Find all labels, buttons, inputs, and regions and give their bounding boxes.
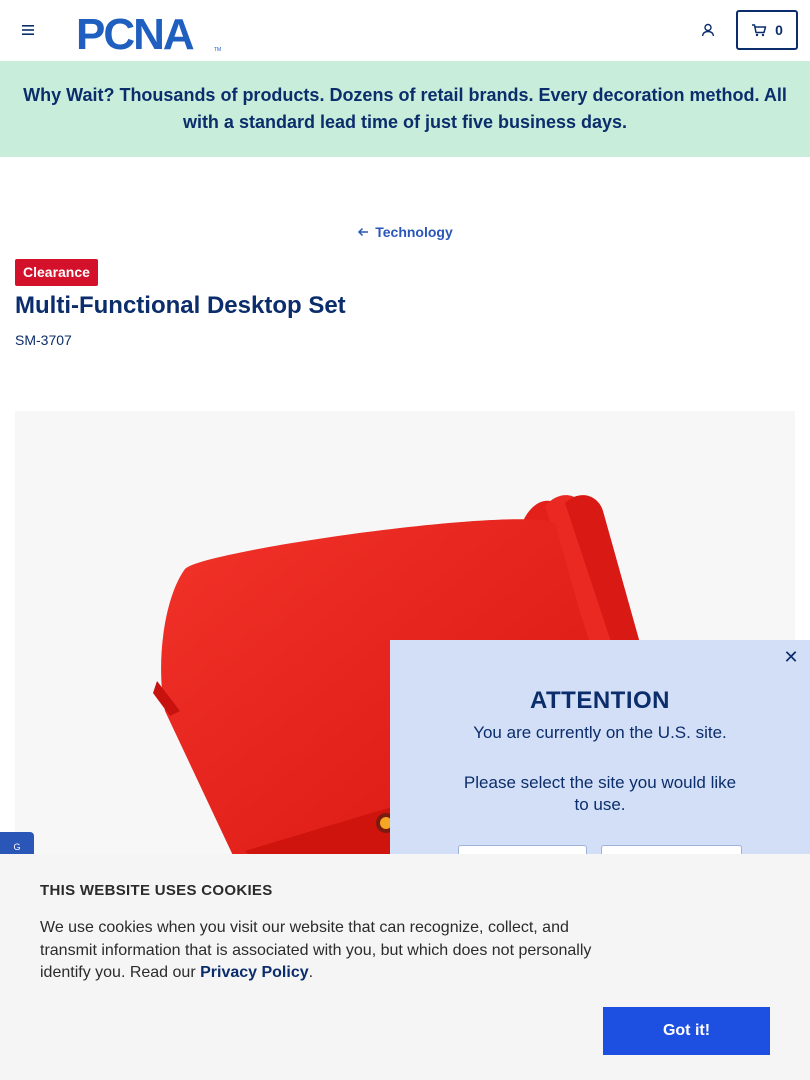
cookie-title: THIS WEBSITE USES COOKIES <box>40 882 273 899</box>
attention-message: You are currently on the U.S. site. <box>473 723 727 742</box>
promo-banner: Why Wait? Thousands of products. Dozens … <box>0 61 810 157</box>
product-sku: SM-3707 <box>15 332 72 348</box>
cart-icon <box>752 24 767 37</box>
cookie-text-end: . <box>308 964 314 981</box>
attention-instruction: Please select the site you would like to… <box>463 773 737 814</box>
logo-text: PCNA <box>76 10 194 54</box>
accept-cookies-button[interactable]: Got it! <box>603 1007 770 1055</box>
breadcrumb-label: Technology <box>375 224 453 240</box>
cart-button[interactable]: 0 <box>736 10 798 50</box>
cookie-text-body: We use cookies when you visit our websit… <box>40 919 592 981</box>
pcna-logo[interactable]: PCNA TM <box>74 8 226 59</box>
side-tab-label: G <box>13 842 21 852</box>
promo-text: Why Wait? Thousands of products. Dozens … <box>23 85 787 132</box>
account-icon[interactable] <box>696 18 720 42</box>
breadcrumb-back-link[interactable]: Technology <box>357 224 453 240</box>
attention-heading: ATTENTION <box>529 687 671 714</box>
product-title: Multi-Functional Desktop Set <box>15 292 346 319</box>
cookie-banner: THIS WEBSITE USES COOKIES We use cookies… <box>0 854 810 1080</box>
cookie-text: We use cookies when you visit our websit… <box>40 917 600 985</box>
logo-trademark: TM <box>214 47 221 53</box>
site-header: PCNA TM 0 <box>0 0 810 61</box>
breadcrumb: Technology <box>0 224 810 240</box>
clearance-badge: Clearance <box>15 259 98 286</box>
arrow-left-icon <box>358 227 369 237</box>
close-icon[interactable]: ✕ <box>782 648 800 666</box>
hamburger-menu-icon[interactable] <box>16 18 40 42</box>
cart-count: 0 <box>775 22 783 38</box>
privacy-policy-link[interactable]: Privacy Policy <box>200 964 309 981</box>
